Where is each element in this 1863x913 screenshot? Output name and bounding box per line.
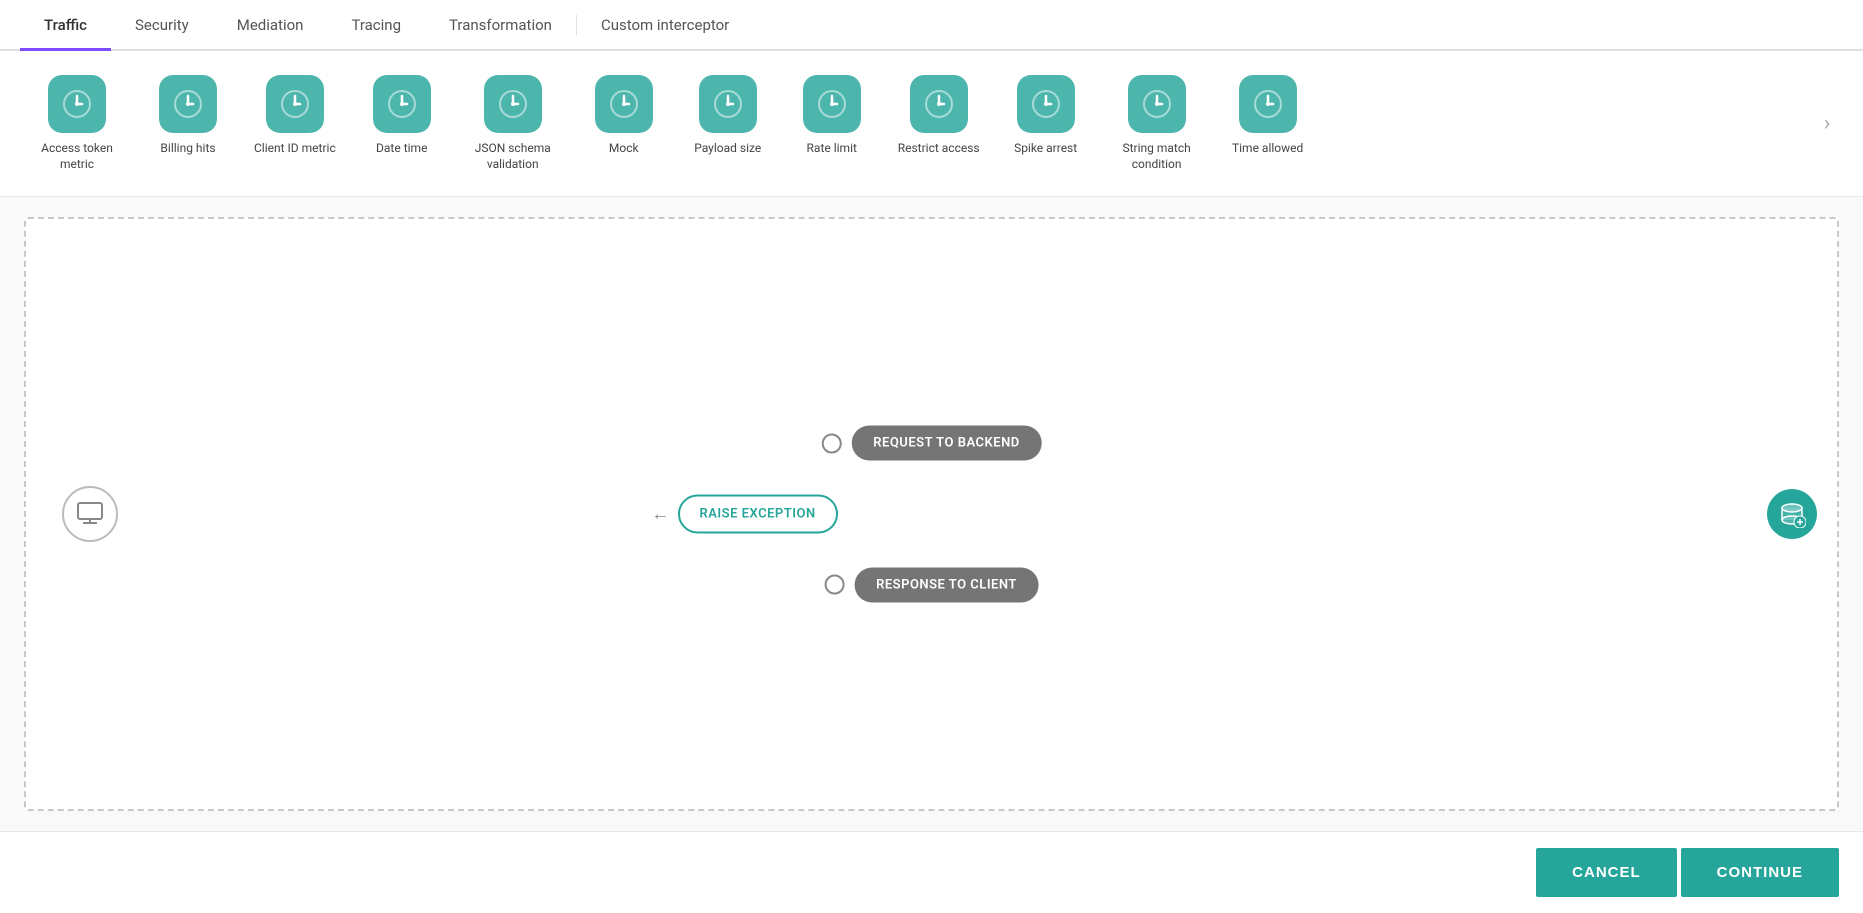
policy-string-match-condition[interactable]: String match condition [1100, 67, 1214, 180]
page-container: Traffic Security Mediation Tracing Trans… [0, 0, 1863, 913]
policy-access-token-metric[interactable]: Access token metric [20, 67, 134, 180]
policy-restrict-access[interactable]: Restrict access [886, 67, 992, 180]
policy-date-time[interactable]: Date time [352, 67, 452, 180]
policy-time-allowed[interactable]: Time allowed [1218, 67, 1318, 180]
request-label-box: REQUEST TO BACKEND [851, 426, 1042, 461]
cancel-button[interactable]: CANCEL [1536, 848, 1677, 897]
policy-label-payload-size: Payload size [694, 141, 761, 157]
policy-label-rate-limit: Rate limit [807, 141, 857, 157]
flow-label-request: REQUEST TO BACKEND [821, 426, 1042, 461]
policy-label-string-match-condition: String match condition [1112, 141, 1202, 172]
policy-icon-time-allowed [1239, 75, 1297, 133]
canvas-area: REQUEST TO BACKEND RESPONSE TO CLIENT ← … [0, 197, 1863, 831]
tab-mediation[interactable]: Mediation [213, 0, 328, 51]
policy-icon-client-id-metric [266, 75, 324, 133]
policy-icon-payload-size [699, 75, 757, 133]
backend-icon [1767, 489, 1817, 539]
continue-button[interactable]: CONTINUE [1681, 848, 1839, 897]
tab-tracing[interactable]: Tracing [327, 0, 425, 51]
policy-icon-restrict-access [910, 75, 968, 133]
tabs-bar: Traffic Security Mediation Tracing Trans… [0, 0, 1863, 51]
policy-label-mock: Mock [609, 141, 639, 157]
policy-client-id-metric[interactable]: Client ID metric [242, 67, 348, 180]
policy-label-time-allowed: Time allowed [1232, 141, 1303, 157]
policy-label-restrict-access: Restrict access [898, 141, 980, 157]
policy-spike-arrest[interactable]: Spike arrest [996, 67, 1096, 180]
policy-icon-mock [595, 75, 653, 133]
response-label-box: RESPONSE TO CLIENT [854, 567, 1039, 602]
policy-icon-access-token-metric [48, 75, 106, 133]
policy-icon-billing-hits [159, 75, 217, 133]
policy-mock[interactable]: Mock [574, 67, 674, 180]
flow-lines-svg [26, 219, 326, 369]
policy-icon-json-schema-validation [484, 75, 542, 133]
policy-json-schema-validation[interactable]: JSON schema validation [456, 67, 570, 180]
policy-label-client-id-metric: Client ID metric [254, 141, 336, 157]
client-icon [62, 486, 118, 542]
request-circle [821, 433, 841, 453]
policy-payload-size[interactable]: Payload size [678, 67, 778, 180]
tab-transformation[interactable]: Transformation [425, 0, 576, 51]
raise-arrow-icon: ← [652, 504, 670, 525]
tab-security[interactable]: Security [111, 0, 213, 51]
raise-exception: ← RAISE EXCEPTION [652, 495, 838, 534]
policy-icon-string-match-condition [1128, 75, 1186, 133]
tab-custom-interceptor[interactable]: Custom interceptor [577, 0, 753, 51]
policy-strip: Access token metric Billing hits [0, 51, 1863, 197]
policy-label-date-time: Date time [376, 141, 427, 157]
policy-label-json-schema-validation: JSON schema validation [468, 141, 558, 172]
raise-exception-box: RAISE EXCEPTION [678, 495, 838, 534]
policy-icon-spike-arrest [1017, 75, 1075, 133]
bottom-bar: CANCEL CONTINUE [0, 831, 1863, 913]
strip-next-arrow[interactable]: › [1811, 108, 1843, 140]
policy-label-spike-arrest: Spike arrest [1014, 141, 1077, 157]
flow-label-response: RESPONSE TO CLIENT [824, 567, 1039, 602]
tab-traffic[interactable]: Traffic [20, 0, 111, 51]
flow-canvas: REQUEST TO BACKEND RESPONSE TO CLIENT ← … [24, 217, 1839, 811]
policy-billing-hits[interactable]: Billing hits [138, 67, 238, 180]
policy-icon-rate-limit [803, 75, 861, 133]
response-circle [824, 575, 844, 595]
policy-label-billing-hits: Billing hits [160, 141, 215, 157]
policy-icon-date-time [373, 75, 431, 133]
policy-rate-limit[interactable]: Rate limit [782, 67, 882, 180]
policy-label-access-token-metric: Access token metric [32, 141, 122, 172]
policy-items: Access token metric Billing hits [20, 67, 1811, 180]
